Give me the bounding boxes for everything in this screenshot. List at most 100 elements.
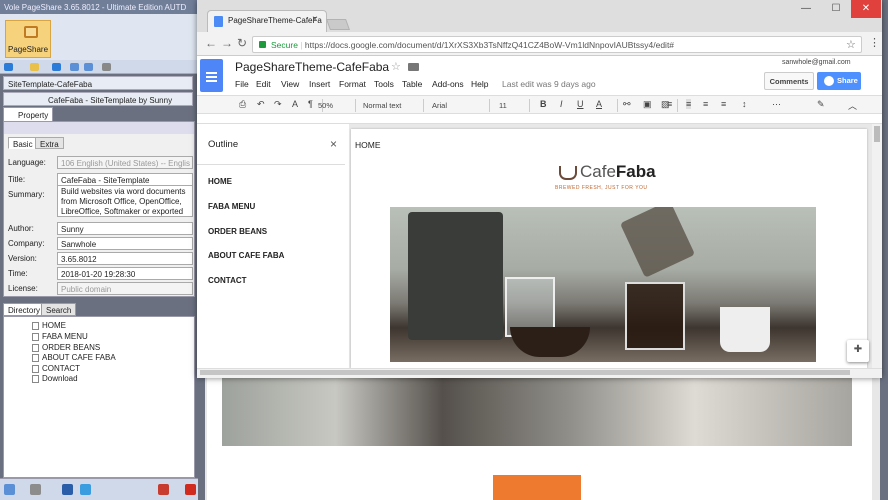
tab-directory[interactable]: Directory [3,303,46,316]
menu-help[interactable]: Help [471,79,488,89]
browser-tab[interactable]: PageShareTheme-CafeFa × [207,10,327,32]
close-tab-icon[interactable]: × [312,14,318,25]
outline-item-home[interactable]: HOME [208,177,232,186]
background-orange-button[interactable] [493,475,581,500]
secure-label: Secure [271,40,298,50]
vertical-scrollbar[interactable] [872,124,882,368]
menu-table[interactable]: Table [402,79,422,89]
collapse-icon[interactable]: ︿ [848,99,857,112]
bookmark-star-icon[interactable]: ☆ [846,38,856,51]
pdf-icon[interactable] [158,484,169,495]
back-icon[interactable] [70,63,79,71]
align-left-icon[interactable]: ≡ [667,99,672,109]
menu-addons[interactable]: Add-ons [432,79,464,89]
document-title[interactable]: PageShareTheme-CafeFaba [235,60,389,74]
docs-home-icon[interactable] [200,59,223,92]
menu-edit[interactable]: Edit [256,79,271,89]
menu-view[interactable]: View [281,79,299,89]
tab-search[interactable]: Search [41,303,77,316]
last-edit-status[interactable]: Last edit was 9 days ago [502,79,596,89]
theme-bar[interactable]: CafeFaba - SiteTemplate by Sunny [3,92,193,106]
share-button[interactable]: Share [817,72,861,90]
globe-icon[interactable] [80,484,91,495]
license-select[interactable]: Public domain [57,282,193,295]
style-select[interactable]: Normal text [363,101,401,110]
menu-format[interactable]: Format [339,79,366,89]
page-heading[interactable]: HOME [355,140,381,150]
forward-arrow-icon[interactable]: → [221,36,233,50]
font-select[interactable]: Arial [432,101,447,110]
outline-item-order-beans[interactable]: ORDER BEANS [208,227,267,236]
horizontal-scroll-thumb[interactable] [200,370,850,375]
folder-icon[interactable] [30,63,39,71]
folder-icon[interactable] [408,63,419,71]
outline-item-contact[interactable]: CONTACT [208,276,247,285]
summary-field[interactable]: Build websites via word documents from M… [57,185,193,217]
maximize-button[interactable]: ☐ [821,0,851,18]
text-color-icon[interactable]: A [596,99,602,109]
undo-icon[interactable]: ↶ [257,99,265,110]
zoom-select[interactable]: 50% [318,101,333,110]
vertical-scroll-thumb[interactable] [874,126,880,142]
new-tab-button[interactable] [325,19,351,30]
browser-menu-icon[interactable]: ⋮ [869,36,880,49]
dir-item-contact[interactable]: CONTACT [42,364,80,373]
bold-icon[interactable]: B [540,99,547,109]
dir-item-about[interactable]: ABOUT CAFE FABA [42,353,116,362]
font-size-select[interactable]: 11 [499,101,507,110]
close-window-button[interactable]: ✕ [851,0,881,18]
reload-icon[interactable]: ↻ [237,36,247,50]
menu-tools[interactable]: Tools [374,79,394,89]
dir-item-order-beans[interactable]: ORDER BEANS [42,343,100,352]
redo-icon[interactable]: ↷ [274,99,282,110]
menu-file[interactable]: File [235,79,249,89]
paint-format-icon[interactable]: ¶ [308,99,313,109]
add-comment-icon[interactable]: ✚ [847,340,869,362]
link-icon[interactable]: ⚯ [623,99,631,110]
more-icon[interactable]: ⋯ [772,99,781,110]
star-icon[interactable]: ☆ [391,60,401,73]
print-icon[interactable]: ⎙ [239,99,246,110]
minimize-button[interactable]: — [791,0,821,18]
underline-icon[interactable]: U [577,99,584,109]
save-icon[interactable] [52,63,61,71]
address-bar[interactable]: Secure | https://docs.google.com/documen… [252,36,862,53]
outline-item-faba-menu[interactable]: FABA MENU [208,202,255,211]
forward-icon[interactable] [84,63,93,71]
lock-icon [259,41,266,48]
text-tool-icon[interactable] [185,484,196,495]
italic-icon[interactable]: I [560,99,563,109]
tab-basic[interactable]: Basic [8,137,38,149]
close-icon[interactable]: × [330,137,337,151]
back-arrow-icon[interactable]: ← [205,36,217,50]
align-right-icon[interactable]: ≡ [703,99,708,109]
word-icon[interactable] [62,484,73,495]
line-spacing-icon[interactable]: ↕ [742,99,747,109]
settings-icon[interactable] [30,484,41,495]
dir-item-home[interactable]: HOME [42,321,66,330]
print-icon[interactable] [102,63,111,71]
dir-item-download[interactable]: Download [42,374,78,383]
time-field[interactable]: 2018-01-20 19:28:30 [57,267,193,280]
account-label[interactable]: sanwhole@gmail.com [782,59,851,66]
comments-button[interactable]: Comments [764,72,814,90]
justify-icon[interactable]: ≡ [721,99,726,109]
author-field[interactable]: Sunny [57,222,193,235]
pageshare-button[interactable]: PageShare [5,20,51,58]
outline-item-about[interactable]: ABOUT CAFE FABA [208,251,284,260]
property-tab[interactable]: Property [3,107,53,121]
company-field[interactable]: Sanwhole [57,237,193,250]
spellcheck-icon[interactable]: A [292,99,298,109]
version-field[interactable]: 3.65.8012 [57,252,193,265]
language-select[interactable]: 106 English (United States) -- Englis [57,156,193,169]
dir-item-faba-menu[interactable]: FABA MENU [42,332,88,341]
ie-icon[interactable] [4,484,15,495]
editing-mode-icon[interactable]: ✎ [817,99,825,110]
menu-insert[interactable]: Insert [309,79,330,89]
comment-icon[interactable]: ▣ [643,99,652,110]
new-icon[interactable] [4,63,13,71]
align-center-icon[interactable]: ≡ [686,99,692,109]
tab-extra[interactable]: Extra [35,137,64,149]
template-bar[interactable]: SiteTemplate-CafeFaba [3,76,193,90]
coffee-photo[interactable] [390,207,816,362]
